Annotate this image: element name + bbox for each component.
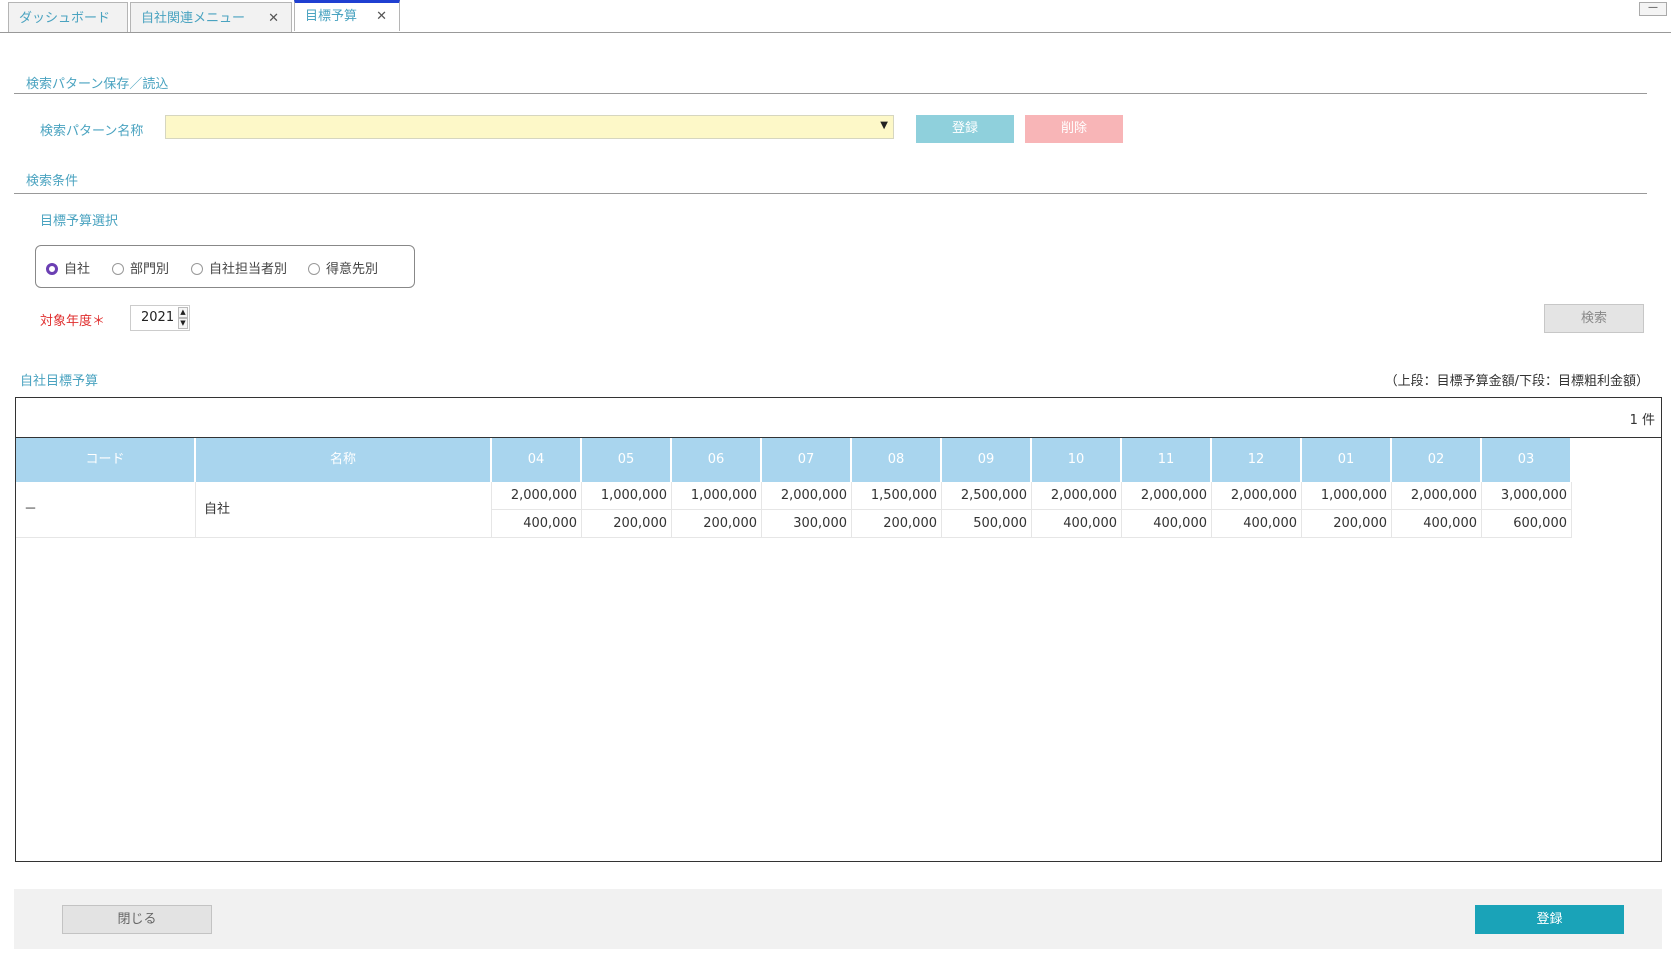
cell-code: － (16, 482, 196, 538)
radio-staff[interactable]: 自社担当者別 (191, 258, 287, 277)
radio-company[interactable]: 自社 (46, 258, 90, 277)
tab-target-budget[interactable]: 目標予算 ✕ (294, 0, 400, 31)
radio-label: 自社担当者別 (209, 262, 288, 277)
minimize-button[interactable]: — (1639, 2, 1667, 16)
column-header[interactable]: 05 (582, 438, 672, 482)
column-header[interactable]: 08 (852, 438, 942, 482)
radio-customer[interactable]: 得意先別 (308, 258, 378, 277)
cell-budget-amount: 1,000,000 (1302, 482, 1392, 510)
cell-profit-amount: 200,000 (1302, 510, 1392, 538)
cell-profit-amount: 200,000 (672, 510, 762, 538)
cell-budget-amount: 1,500,000 (852, 482, 942, 510)
section-title-criteria: 検索条件 (26, 174, 79, 189)
tab-dashboard[interactable]: ダッシュボード (8, 2, 128, 32)
pattern-name-select[interactable]: ▼ (165, 115, 894, 139)
pattern-register-button[interactable]: 登録 (916, 115, 1014, 143)
budget-grid: 1 件 コード 名称 04 05 06 07 08 09 10 11 12 01 02 03 －自社 2,0… (15, 397, 1662, 862)
cell-budget-amount: 2,000,000 (1212, 482, 1302, 510)
column-header[interactable]: 01 (1302, 438, 1392, 482)
close-button[interactable]: 閉じる (62, 905, 212, 934)
radio-unchecked-icon (308, 263, 320, 275)
cell-profit-amount: 200,000 (852, 510, 942, 538)
tab-company-menu[interactable]: 自社関連メニュー ✕ (130, 2, 292, 32)
pattern-delete-button[interactable]: 削除 (1025, 115, 1123, 143)
record-count: 1 件 (1629, 413, 1655, 428)
cell-profit-amount: 400,000 (1122, 510, 1212, 538)
cell-profit-amount: 400,000 (492, 510, 582, 538)
close-icon[interactable]: ✕ (376, 3, 387, 31)
radio-label: 部門別 (130, 262, 170, 277)
column-header[interactable]: 12 (1212, 438, 1302, 482)
caret-down-icon: ▼ (880, 120, 888, 131)
cell-profit-amount: 200,000 (582, 510, 672, 538)
tab-bar: ダッシュボード 自社関連メニュー ✕ 目標予算 ✕ — (0, 0, 1671, 33)
section-title-pattern: 検索パターン保存／読込 (26, 77, 169, 92)
cell-budget-amount: 2,000,000 (762, 482, 852, 510)
footer-bar (14, 889, 1662, 949)
tab-label: 自社関連メニュー (141, 11, 246, 26)
radio-unchecked-icon (191, 263, 203, 275)
search-button[interactable]: 検索 (1544, 304, 1644, 333)
budget-select-label: 目標予算選択 (40, 214, 119, 229)
radio-unchecked-icon (112, 263, 124, 275)
tab-label: ダッシュボード (19, 11, 111, 26)
cell-budget-amount: 3,000,000 (1482, 482, 1572, 510)
grid-title: 自社目標予算 (20, 374, 99, 389)
close-icon[interactable]: ✕ (268, 3, 279, 35)
cell-profit-amount: 400,000 (1392, 510, 1482, 538)
cell-budget-amount: 2,000,000 (1392, 482, 1482, 510)
column-header[interactable]: 04 (492, 438, 582, 482)
column-header[interactable]: 07 (762, 438, 852, 482)
budget-type-radio-group: 自社 部門別 自社担当者別 得意先別 (35, 245, 415, 288)
radio-label: 自社 (64, 262, 91, 277)
cell-profit-amount: 600,000 (1482, 510, 1572, 538)
column-header[interactable]: コード (16, 438, 196, 482)
cell-profit-amount: 400,000 (1212, 510, 1302, 538)
target-year-label: 対象年度＊ (40, 314, 106, 329)
target-year-input[interactable]: 2021 ▲ ▼ (130, 305, 190, 331)
spin-up-icon[interactable]: ▲ (178, 307, 188, 318)
column-header[interactable]: 03 (1482, 438, 1572, 482)
cell-budget-amount: 2,000,000 (1032, 482, 1122, 510)
column-header[interactable]: 09 (942, 438, 1032, 482)
radio-label: 得意先別 (326, 262, 379, 277)
grid-note: （上段：目標予算金額/下段：目標粗利金額） (1384, 374, 1649, 389)
pattern-name-label: 検索パターン名称 (40, 124, 144, 139)
target-year-value: 2021 (141, 310, 175, 325)
tab-label: 目標予算 (305, 9, 358, 24)
divider (14, 93, 1647, 94)
register-button[interactable]: 登録 (1475, 905, 1624, 934)
radio-department[interactable]: 部門別 (112, 258, 169, 277)
cell-name: 自社 (196, 482, 492, 538)
cell-budget-amount: 1,000,000 (582, 482, 672, 510)
cell-budget-amount: 2,000,000 (1122, 482, 1212, 510)
divider (14, 193, 1647, 194)
column-header[interactable]: 11 (1122, 438, 1212, 482)
column-header[interactable]: 02 (1392, 438, 1482, 482)
cell-budget-amount: 2,500,000 (942, 482, 1032, 510)
cell-budget-amount: 2,000,000 (492, 482, 582, 510)
column-header[interactable]: 06 (672, 438, 762, 482)
cell-profit-amount: 300,000 (762, 510, 852, 538)
column-header[interactable]: 名称 (196, 438, 492, 482)
cell-profit-amount: 400,000 (1032, 510, 1122, 538)
column-header[interactable]: 10 (1032, 438, 1122, 482)
spin-down-icon[interactable]: ▼ (178, 318, 188, 329)
radio-checked-icon (46, 263, 58, 275)
cell-budget-amount: 1,000,000 (672, 482, 762, 510)
cell-profit-amount: 500,000 (942, 510, 1032, 538)
